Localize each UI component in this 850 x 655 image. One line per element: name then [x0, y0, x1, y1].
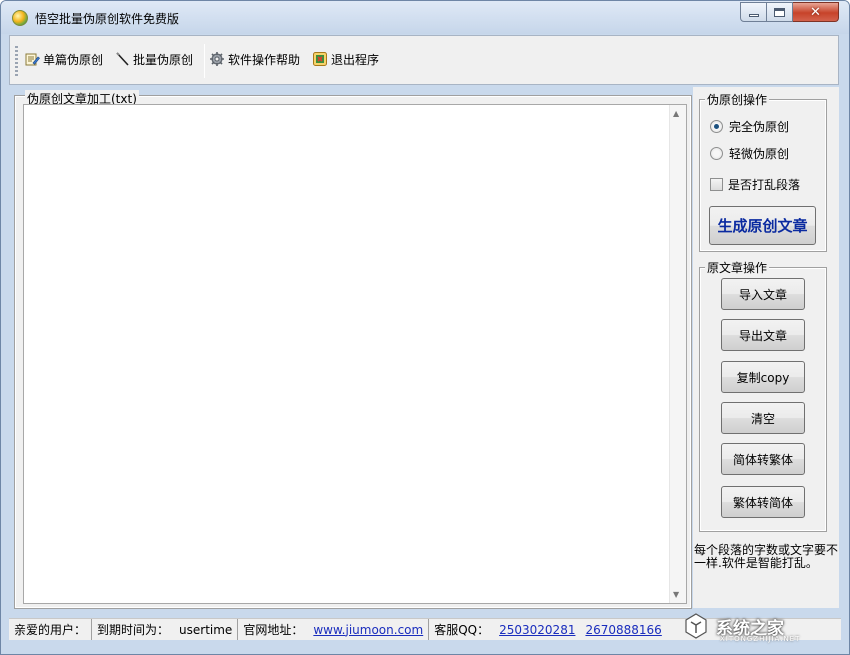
- article-textarea[interactable]: [24, 105, 668, 603]
- editor-scrollbar[interactable]: ▲ ▼: [669, 105, 686, 603]
- radio-light-label: 轻微伪原创: [729, 147, 790, 161]
- window-title: 悟空批量伪原创软件免费版: [35, 12, 180, 26]
- title-bar[interactable]: 悟空批量伪原创软件免费版 ✕: [1, 1, 849, 34]
- watermark-logo-icon: [682, 612, 710, 640]
- radio-light-rewrite[interactable]: 轻微伪原创: [710, 145, 789, 162]
- toolbar: 单篇伪原创 批量伪原创 软件操作帮助 退出程序: [9, 35, 839, 85]
- import-article-button[interactable]: 导入文章: [721, 278, 805, 310]
- traditional-to-simplified-button[interactable]: 繁体转简体: [721, 486, 805, 518]
- toolbar-separator: [204, 44, 205, 78]
- watermark: 系统之家 XITONGZHIJIA.NET: [682, 609, 845, 643]
- minimize-button[interactable]: [740, 2, 767, 22]
- radio-light-indicator[interactable]: [710, 147, 723, 160]
- clear-button[interactable]: 清空: [721, 402, 805, 434]
- toolbar-grip[interactable]: [15, 46, 18, 76]
- app-logo-icon: [12, 10, 28, 26]
- shuffle-label: 是否打乱段落: [728, 178, 801, 192]
- minimize-icon: [748, 13, 759, 17]
- status-expire-value: usertime: [179, 622, 233, 637]
- watermark-subtext: XITONGZHIJIA.NET: [720, 635, 801, 643]
- radio-full-indicator[interactable]: [710, 120, 723, 133]
- scroll-down-arrow-icon[interactable]: ▼: [673, 590, 679, 599]
- export-article-button[interactable]: 导出文章: [721, 319, 805, 351]
- window-controls: ✕: [740, 2, 839, 22]
- close-button[interactable]: ✕: [793, 2, 839, 22]
- status-qq-link-1[interactable]: 2503020281: [494, 619, 580, 640]
- simplified-to-traditional-button[interactable]: 简体转繁体: [721, 443, 805, 475]
- exit-icon: [312, 51, 328, 67]
- shuffle-checkbox-box[interactable]: [710, 178, 723, 191]
- maximize-icon: [774, 7, 785, 17]
- single-article-icon: [24, 51, 40, 67]
- batch-rewrite-button[interactable]: 批量伪原创: [114, 48, 193, 70]
- radio-full-rewrite[interactable]: 完全伪原创: [710, 118, 789, 135]
- exit-label: 退出程序: [331, 52, 380, 67]
- status-site-link[interactable]: www.jiumoon.com: [308, 619, 428, 640]
- help-button[interactable]: 软件操作帮助: [209, 48, 300, 70]
- status-qq-label: 客服QQ：: [428, 619, 494, 640]
- side-panel: 伪原创操作 完全伪原创 轻微伪原创 是否打乱段落 生成原创文章 原文章操作 导入…: [693, 87, 839, 608]
- maximize-button[interactable]: [767, 2, 793, 22]
- article-editor[interactable]: ▲ ▼: [23, 104, 687, 604]
- shuffle-paragraphs-checkbox[interactable]: 是否打乱段落: [710, 176, 800, 193]
- radio-full-label: 完全伪原创: [729, 120, 790, 134]
- help-label: 软件操作帮助: [228, 52, 301, 67]
- scroll-up-arrow-icon[interactable]: ▲: [673, 109, 679, 118]
- pseudo-options-title: 伪原创操作: [705, 91, 770, 108]
- exit-button[interactable]: 退出程序: [312, 48, 379, 70]
- single-rewrite-button[interactable]: 单篇伪原创: [24, 48, 103, 70]
- status-qq-link-2[interactable]: 2670888166: [580, 619, 666, 640]
- app-window: 悟空批量伪原创软件免费版 ✕ 单篇伪原创 批量伪原创 软件操作帮助 退出程序 伪…: [0, 0, 850, 655]
- radio-selected-dot: [714, 124, 719, 129]
- original-ops-title: 原文章操作: [705, 259, 770, 276]
- status-site-label: 官网地址：: [237, 619, 308, 640]
- batch-rewrite-label: 批量伪原创: [133, 52, 194, 67]
- single-rewrite-label: 单篇伪原创: [43, 52, 104, 67]
- status-expire-label: 到期时间为：: [91, 619, 174, 640]
- status-user-label: 亲爱的用户：: [14, 623, 87, 637]
- batch-wand-icon: [114, 51, 130, 67]
- close-icon: ✕: [810, 4, 821, 20]
- gear-icon: [209, 51, 225, 67]
- generate-article-button[interactable]: 生成原创文章: [709, 206, 816, 245]
- copy-button[interactable]: 复制copy: [721, 361, 805, 393]
- hint-text: 每个段落的字数或文字要不一样.软件是智能打乱。: [694, 543, 839, 570]
